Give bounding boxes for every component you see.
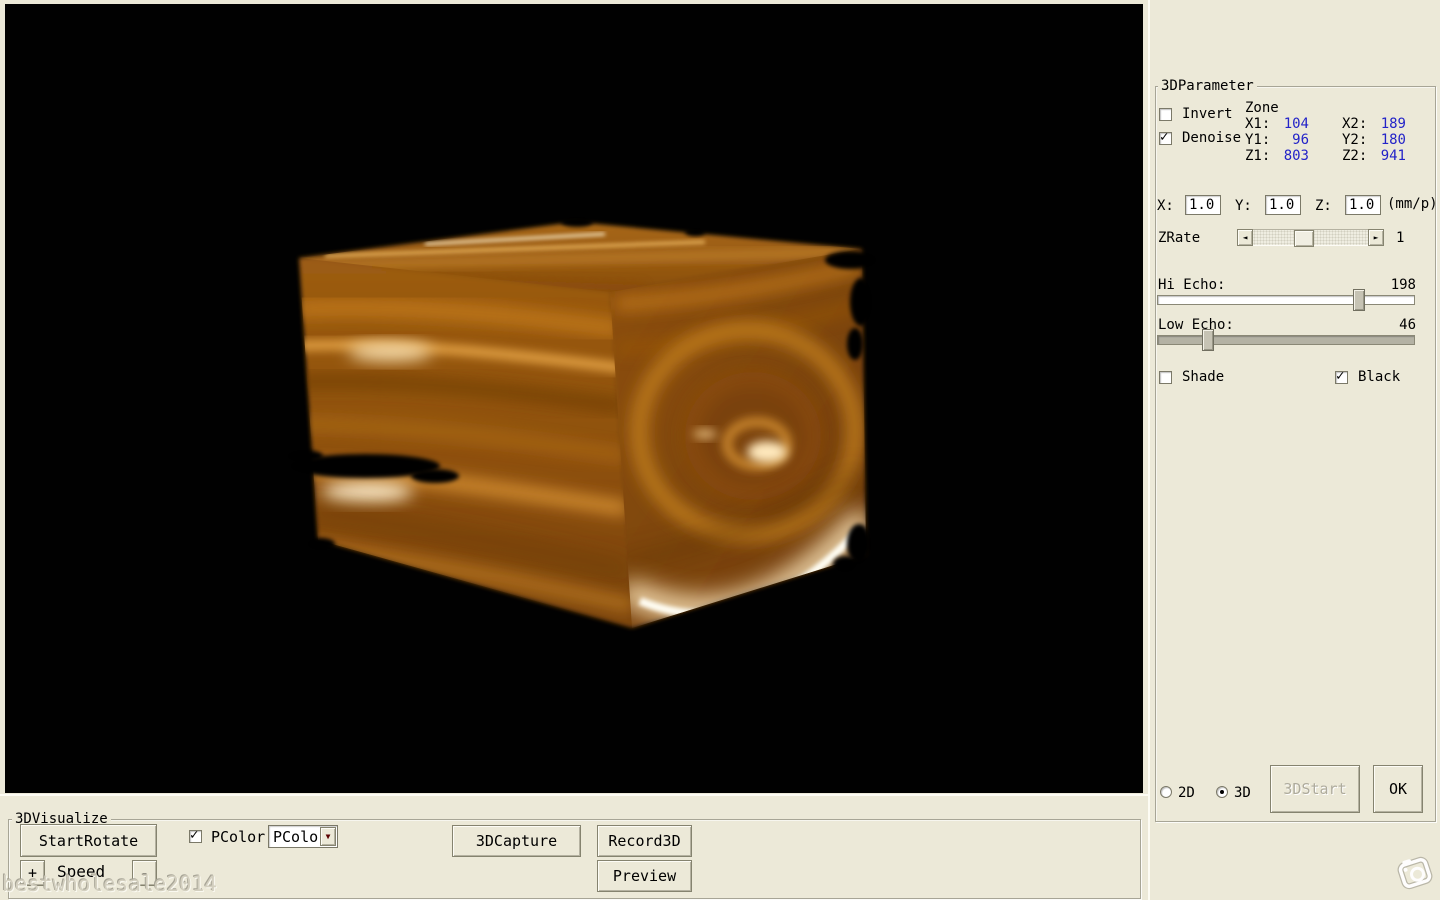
parameter-group-title: 3DParameter <box>1158 79 1257 93</box>
speed-label: Speed <box>57 862 105 881</box>
scale-x-label: X: <box>1157 198 1174 214</box>
hi-echo-label: Hi Echo: <box>1158 277 1225 293</box>
low-echo-slider[interactable] <box>1157 335 1415 345</box>
mode-2d-label: 2D <box>1178 785 1195 801</box>
ok-button[interactable]: OK <box>1373 765 1423 813</box>
pcolor-checkbox[interactable]: ✓ <box>189 830 202 843</box>
app-window: 3DParameter Invert ✓ Denoise Zone X1: 10… <box>0 0 1440 900</box>
denoise-label: Denoise <box>1182 130 1241 146</box>
render-viewport[interactable] <box>5 4 1143 793</box>
zone-z2-label: Z2: <box>1342 148 1367 164</box>
scale-z-label: Z: <box>1315 198 1332 214</box>
capture3d-button[interactable]: 3DCapture <box>452 825 581 857</box>
chevron-down-icon: ▼ <box>326 832 331 841</box>
scroll-left-icon: ◄ <box>1243 233 1248 242</box>
low-echo-thumb[interactable] <box>1202 329 1214 351</box>
scale-unit-label: (mm/p) <box>1387 196 1438 212</box>
start3d-button[interactable]: 3DStart <box>1270 765 1360 813</box>
zone-y2-value: 180 <box>1372 132 1406 148</box>
check-icon: ✓ <box>190 827 198 843</box>
start-rotate-button[interactable]: StartRotate <box>20 824 157 857</box>
zrate-right-arrow-button[interactable]: ► <box>1368 229 1384 246</box>
zone-y1-label: Y1: <box>1245 132 1270 148</box>
zone-y2-label: Y2: <box>1342 132 1367 148</box>
low-echo-label: Low Echo: <box>1158 317 1234 333</box>
speed-minus-button[interactable]: - <box>132 860 157 886</box>
scale-y-label: Y: <box>1235 198 1252 214</box>
shade-label: Shade <box>1182 369 1224 385</box>
zone-x1-value: 104 <box>1275 116 1309 132</box>
invert-label: Invert <box>1182 106 1233 122</box>
zone-x1-label: X1: <box>1245 116 1270 132</box>
zone-z2-value: 941 <box>1372 148 1406 164</box>
shade-checkbox[interactable] <box>1159 371 1172 384</box>
zrate-thumb[interactable] <box>1294 230 1314 247</box>
hi-echo-value: 198 <box>1380 277 1416 293</box>
low-echo-value: 46 <box>1380 317 1416 333</box>
scroll-right-icon: ► <box>1374 233 1379 242</box>
zone-y1-value: 96 <box>1275 132 1309 148</box>
mode-3d-label: 3D <box>1234 785 1251 801</box>
check-icon: ✓ <box>1336 368 1344 384</box>
check-icon: ✓ <box>1160 129 1168 145</box>
zone-z1-label: Z1: <box>1245 148 1270 164</box>
zone-title: Zone <box>1245 100 1279 116</box>
zrate-track[interactable] <box>1253 229 1368 246</box>
zone-z1-value: 803 <box>1275 148 1309 164</box>
ultrasound-volume <box>5 4 1143 793</box>
preview-button[interactable]: Preview <box>597 860 692 892</box>
black-checkbox[interactable]: ✓ <box>1335 371 1348 384</box>
hi-echo-slider[interactable] <box>1157 295 1415 305</box>
zrate-scrollbar: ◄ ► <box>1237 229 1384 246</box>
pcolor-dropdown[interactable]: PColor ▼ <box>268 825 338 848</box>
zone-x2-value: 189 <box>1372 116 1406 132</box>
mode-3d-radio[interactable] <box>1216 786 1228 798</box>
black-label: Black <box>1358 369 1400 385</box>
scale-x-input[interactable] <box>1185 195 1221 215</box>
parameter-panel: 3DParameter Invert ✓ Denoise Zone X1: 10… <box>1148 0 1440 900</box>
pcolor-label: PColor <box>211 828 265 846</box>
scale-z-input[interactable] <box>1345 195 1381 215</box>
zrate-value: 1 <box>1396 230 1404 246</box>
zrate-left-arrow-button[interactable]: ◄ <box>1237 229 1253 246</box>
zrate-label: ZRate <box>1158 230 1200 246</box>
visualize-panel: 3DVisualize StartRotate ✓ PColor PColor … <box>0 794 1148 900</box>
zone-x2-label: X2: <box>1342 116 1367 132</box>
denoise-checkbox[interactable]: ✓ <box>1159 132 1172 145</box>
record3d-button[interactable]: Record3D <box>597 825 692 857</box>
scale-y-input[interactable] <box>1265 195 1301 215</box>
mode-2d-radio[interactable] <box>1160 786 1172 798</box>
invert-checkbox[interactable] <box>1159 108 1172 121</box>
speed-plus-button[interactable]: + <box>20 860 45 886</box>
dropdown-arrow-button[interactable]: ▼ <box>320 827 336 846</box>
hi-echo-thumb[interactable] <box>1353 289 1365 311</box>
